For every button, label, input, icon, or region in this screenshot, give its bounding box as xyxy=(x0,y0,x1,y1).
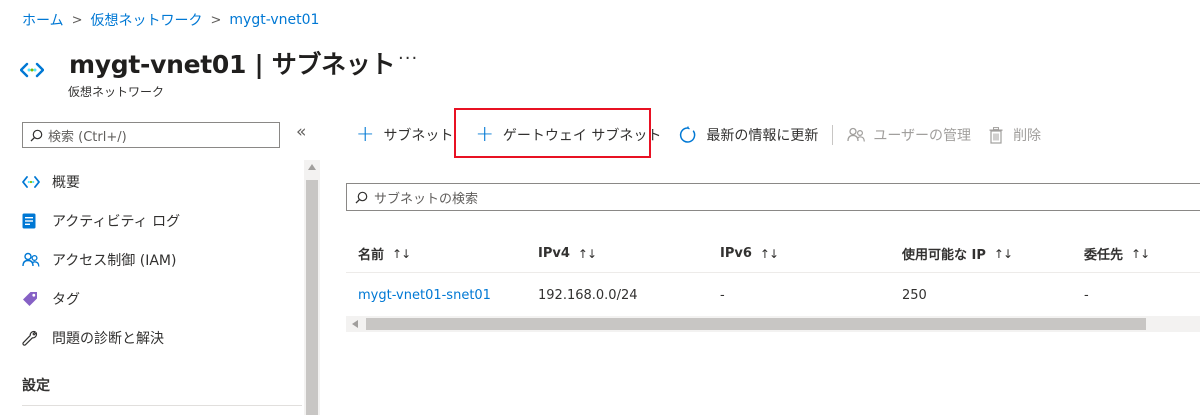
wrench-icon xyxy=(22,330,52,346)
trash-icon xyxy=(989,126,1003,144)
column-header-ipv6[interactable]: IPv6 ↑↓ xyxy=(708,235,890,272)
column-label: IPv4 xyxy=(538,246,570,261)
refresh-button[interactable]: 最新の情報に更新 xyxy=(679,125,818,145)
table-row: mygt-vnet01-snet01 192.168.0.0/24 - 250 … xyxy=(346,273,1200,317)
column-header-delegated-to[interactable]: 委任先 ↑↓ xyxy=(1072,235,1200,272)
more-actions-button[interactable]: ··· xyxy=(398,48,418,69)
refresh-icon xyxy=(679,126,697,144)
column-header-name[interactable]: 名前 ↑↓ xyxy=(346,235,526,272)
column-header-available-ip[interactable]: 使用可能な IP ↑↓ xyxy=(890,235,1072,272)
cell-ipv6: - xyxy=(720,287,725,303)
sort-icon[interactable]: ↑↓ xyxy=(392,247,411,261)
table-header: 名前 ↑↓ IPv4 ↑↓ IPv6 ↑↓ 使用可能な IP ↑↓ 委任先 ↑↓ xyxy=(346,235,1200,273)
sidebar-menu: 概要 アクティビティ ログ アクセス制御 (IAM) タグ 問題の診断と解決 xyxy=(22,162,302,357)
sidebar-item-label: 概要 xyxy=(52,174,80,191)
sort-icon[interactable]: ↑↓ xyxy=(578,247,597,261)
sidebar-item-label: タグ xyxy=(52,291,80,308)
scroll-up-arrow-icon[interactable] xyxy=(308,164,316,170)
sidebar-item-label: アクティビティ ログ xyxy=(52,213,181,230)
column-label: 委任先 xyxy=(1084,248,1124,263)
sidebar-item-label: 問題の診断と解決 xyxy=(52,330,164,347)
sidebar-search-input[interactable]: 検索 (Ctrl+/) xyxy=(22,122,280,148)
table-scrollbar-thumb[interactable] xyxy=(366,318,1146,330)
sidebar-search-placeholder: 検索 (Ctrl+/) xyxy=(48,129,127,145)
cell-ipv4: 192.168.0.0/24 xyxy=(538,287,638,303)
breadcrumb-vnet[interactable]: mygt-vnet01 xyxy=(229,12,319,28)
page-title-separator: | xyxy=(246,50,272,79)
sidebar-item-iam[interactable]: アクセス制御 (IAM) xyxy=(22,240,302,279)
column-label: 使用可能な IP xyxy=(902,248,986,263)
breadcrumb-separator: > xyxy=(210,12,222,28)
page-title-section: サブネット xyxy=(271,50,396,79)
toolbar-divider xyxy=(832,125,834,145)
delete-button[interactable]: 削除 xyxy=(989,125,1041,145)
sort-icon[interactable]: ↑↓ xyxy=(994,247,1013,261)
scroll-left-arrow-icon[interactable] xyxy=(352,320,358,328)
add-gateway-subnet-button[interactable]: + ゲートウェイ サブネット xyxy=(475,124,661,146)
breadcrumb-home[interactable]: ホーム xyxy=(22,10,64,30)
sidebar-section-settings: 設定 xyxy=(22,378,50,394)
column-label: IPv6 xyxy=(720,246,752,261)
search-icon xyxy=(355,191,368,203)
sidebar-item-overview[interactable]: 概要 xyxy=(22,162,302,201)
add-subnet-button[interactable]: + サブネット xyxy=(356,124,453,146)
table-horizontal-scrollbar[interactable] xyxy=(346,316,1200,332)
sort-icon[interactable]: ↑↓ xyxy=(1131,247,1150,261)
collapse-sidebar-button[interactable]: « xyxy=(296,122,306,142)
sidebar-item-diagnose[interactable]: 問題の診断と解決 xyxy=(22,318,302,357)
tag-icon xyxy=(22,291,52,307)
subnet-search-placeholder: サブネットの検索 xyxy=(374,191,479,207)
vnet-icon xyxy=(19,62,45,78)
subnet-table: 名前 ↑↓ IPv4 ↑↓ IPv6 ↑↓ 使用可能な IP ↑↓ 委任先 ↑↓ mygt… xyxy=(346,235,1200,317)
subnet-link[interactable]: mygt-vnet01-snet01 xyxy=(358,288,491,303)
add-subnet-label: サブネット xyxy=(383,128,454,144)
sidebar-scrollbar-thumb[interactable] xyxy=(306,180,318,415)
sidebar-divider xyxy=(22,405,302,406)
manage-users-icon xyxy=(847,127,867,143)
page-subtitle: 仮想ネットワーク xyxy=(68,85,165,99)
search-icon xyxy=(30,129,43,141)
plus-icon: + xyxy=(475,122,494,147)
cell-delegated-to: - xyxy=(1084,287,1089,303)
page-title: mygt-vnet01 | サブネット xyxy=(69,45,396,81)
cell-name: mygt-vnet01-snet01 xyxy=(346,273,526,317)
plus-icon: + xyxy=(356,122,375,147)
delete-label: 削除 xyxy=(1013,128,1042,144)
column-header-ipv4[interactable]: IPv4 ↑↓ xyxy=(526,235,708,272)
iam-people-icon xyxy=(22,252,52,268)
cell-available-ip: 250 xyxy=(902,287,927,303)
refresh-label: 最新の情報に更新 xyxy=(706,128,819,144)
sort-icon[interactable]: ↑↓ xyxy=(760,247,779,261)
breadcrumb-separator: > xyxy=(71,12,83,28)
vnet-overview-icon xyxy=(22,175,52,188)
column-label: 名前 xyxy=(358,248,385,263)
page-title-resource: mygt-vnet01 xyxy=(69,50,247,79)
sidebar-item-tags[interactable]: タグ xyxy=(22,279,302,318)
sidebar-item-label: アクセス制御 (IAM) xyxy=(52,252,177,269)
sidebar-item-activity-log[interactable]: アクティビティ ログ xyxy=(22,201,302,240)
activity-log-icon xyxy=(22,213,52,229)
breadcrumb: ホーム > 仮想ネットワーク > mygt-vnet01 xyxy=(22,10,319,30)
breadcrumb-virtual-networks[interactable]: 仮想ネットワーク xyxy=(91,10,203,30)
command-bar: + サブネット + ゲートウェイ サブネット 最新の情報に更新 ユーザーの管理 … xyxy=(356,120,1041,150)
add-gateway-subnet-label: ゲートウェイ サブネット xyxy=(502,128,662,144)
manage-users-label: ユーザーの管理 xyxy=(873,128,972,144)
subnet-search-input[interactable]: サブネットの検索 xyxy=(346,183,1200,211)
manage-users-button[interactable]: ユーザーの管理 xyxy=(847,125,971,145)
